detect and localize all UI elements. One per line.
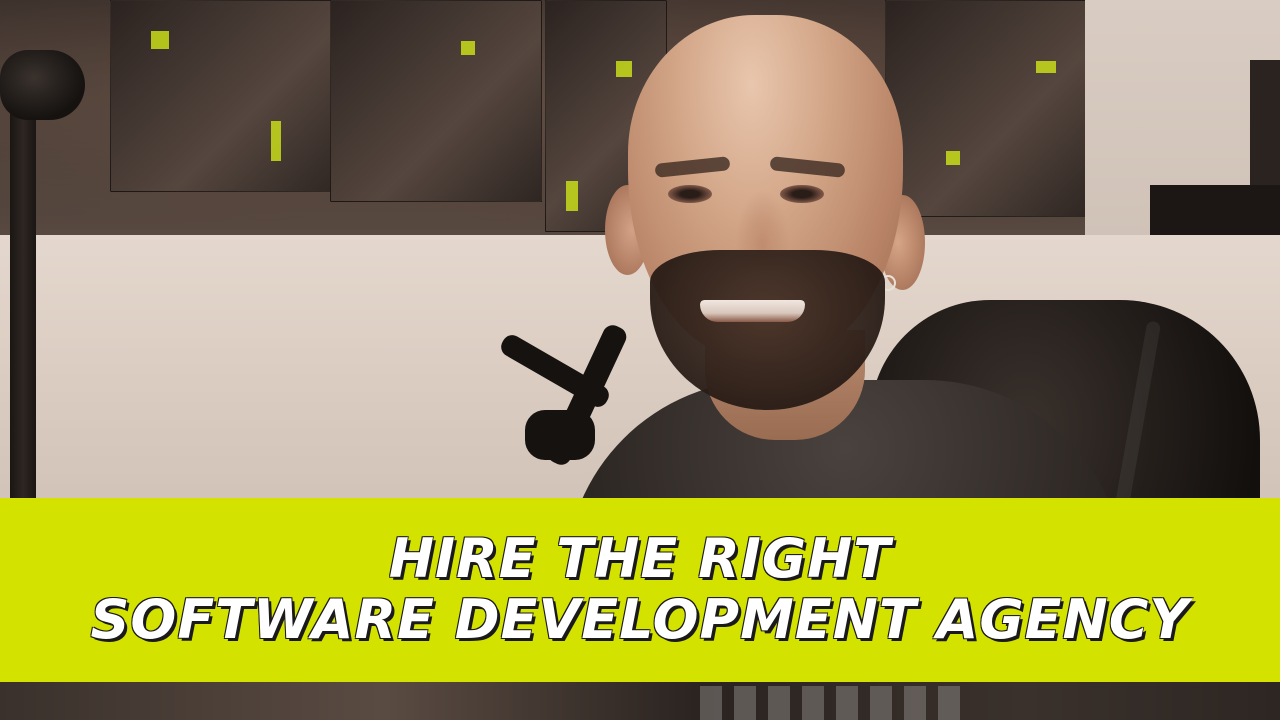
microphone-icon	[0, 50, 85, 120]
thumbnail-scene: HIRE THE RIGHT SOFTWARE DEVELOPMENT AGEN…	[0, 0, 1280, 720]
poster	[330, 0, 542, 202]
banner-title-line-1: HIRE THE RIGHT	[388, 527, 892, 591]
person-smile	[700, 300, 805, 322]
poster	[110, 0, 342, 192]
poster	[885, 0, 1092, 217]
title-banner: HIRE THE RIGHT SOFTWARE DEVELOPMENT AGEN…	[0, 498, 1280, 682]
person-eye	[668, 185, 712, 203]
banner-title: HIRE THE RIGHT SOFTWARE DEVELOPMENT AGEN…	[0, 498, 1280, 682]
shirt-print	[700, 686, 970, 720]
mic-stand	[10, 100, 36, 520]
wall-shelf	[1150, 185, 1280, 240]
bottom-strip	[0, 682, 1280, 720]
banner-title-line-2: SOFTWARE DEVELOPMENT AGENCY	[90, 588, 1190, 651]
wall-frame	[1250, 60, 1280, 190]
